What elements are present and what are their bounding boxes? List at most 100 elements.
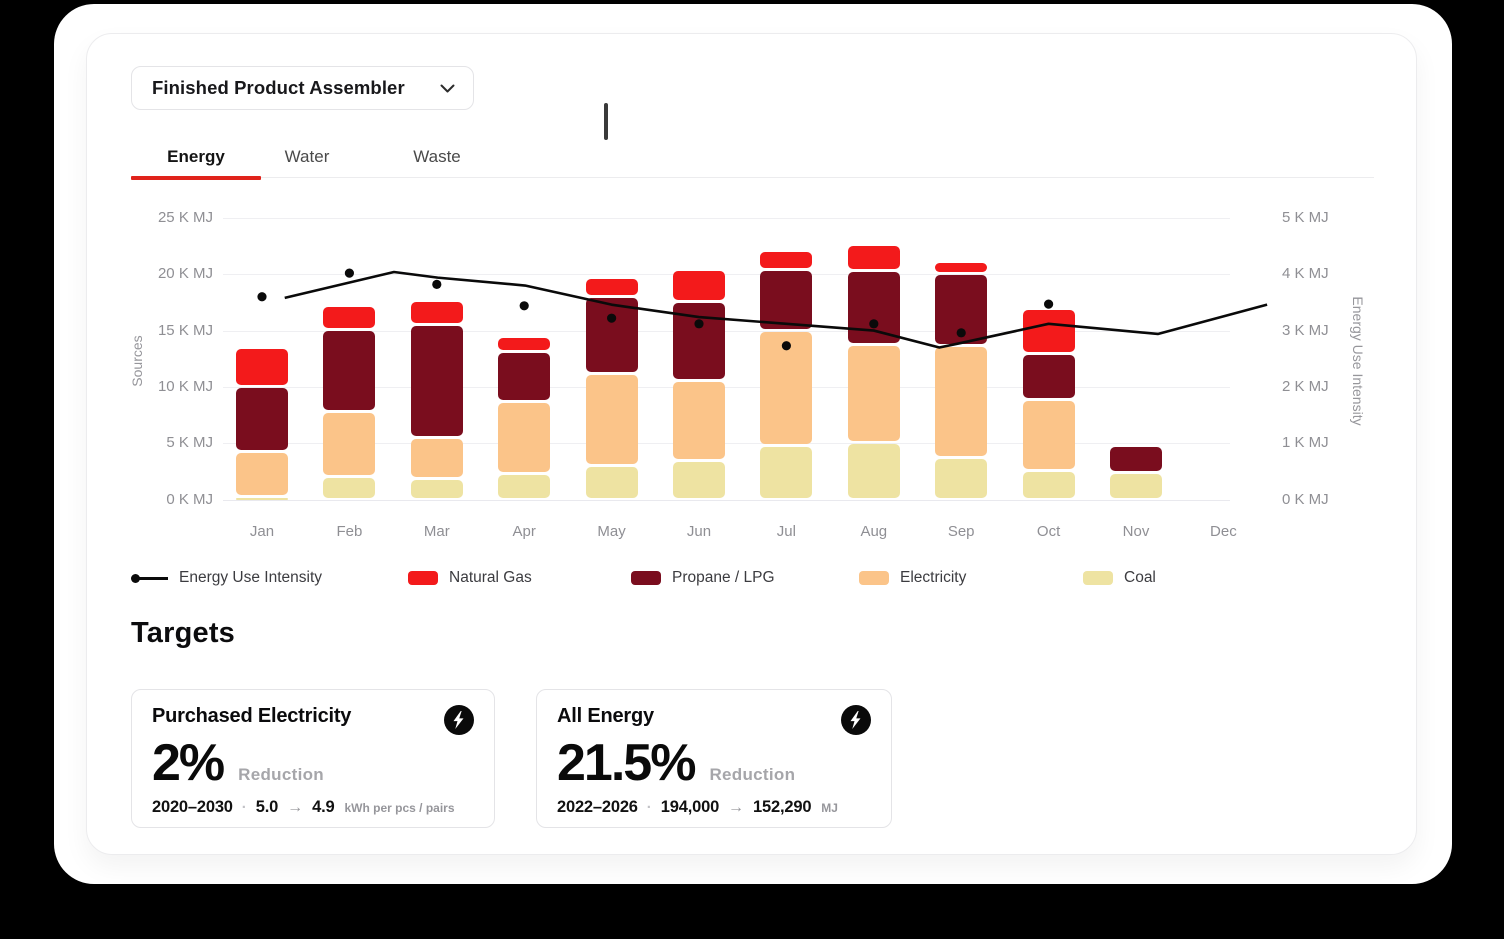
legend-label: Energy Use Intensity bbox=[179, 569, 322, 587]
dashboard-card: Finished Product Assembler All Productio… bbox=[86, 33, 1417, 855]
swatch-icon bbox=[1083, 571, 1113, 585]
gridline bbox=[223, 331, 1230, 332]
legend-item-electricity[interactable]: Electricity bbox=[859, 565, 966, 591]
bar-segment-electricity[interactable] bbox=[586, 375, 638, 464]
tab-bar: Energy Water Waste bbox=[131, 137, 1374, 178]
month-label: Apr bbox=[484, 523, 564, 540]
bar-segment-electricity[interactable] bbox=[498, 403, 550, 472]
bar-segment-natural-gas[interactable] bbox=[673, 271, 725, 300]
bar-segment-coal[interactable] bbox=[1023, 472, 1075, 498]
bar-segment-coal[interactable] bbox=[673, 462, 725, 498]
bar-segment-coal[interactable] bbox=[586, 467, 638, 498]
month-label: Nov bbox=[1096, 523, 1176, 540]
right-axis-tick: 2 K MJ bbox=[1282, 378, 1372, 395]
bar-segment-natural-gas[interactable] bbox=[586, 279, 638, 295]
eui-dot[interactable] bbox=[257, 292, 266, 301]
bar-segment-natural-gas[interactable] bbox=[848, 246, 900, 269]
legend-item-coal[interactable]: Coal bbox=[1083, 565, 1156, 591]
target-card-all-energy: All Energy 21.5% Reduction 2022–2026 · 1… bbox=[536, 689, 892, 828]
bar-segment-coal[interactable] bbox=[848, 444, 900, 498]
lightning-bolt-icon bbox=[841, 705, 871, 735]
bar-segment-propane-lpg[interactable] bbox=[323, 331, 375, 410]
bar-segment-natural-gas[interactable] bbox=[1023, 310, 1075, 352]
legend-label: Electricity bbox=[900, 569, 966, 587]
target-from-value: 5.0 bbox=[256, 798, 278, 817]
bar-segment-coal[interactable] bbox=[236, 498, 288, 501]
left-axis-tick: 0 K MJ bbox=[131, 491, 213, 508]
eui-dot[interactable] bbox=[345, 269, 354, 278]
month-label: Mar bbox=[397, 523, 477, 540]
bar-segment-propane-lpg[interactable] bbox=[673, 303, 725, 379]
dot-separator: · bbox=[242, 799, 247, 816]
bar-segment-electricity[interactable] bbox=[673, 382, 725, 459]
toggle-option-my-production[interactable]: My Production bbox=[606, 105, 608, 140]
right-axis-tick: 4 K MJ bbox=[1282, 265, 1372, 282]
tab-energy[interactable]: Energy bbox=[131, 137, 261, 177]
eui-dot[interactable] bbox=[432, 280, 441, 289]
bar-segment-electricity[interactable] bbox=[935, 347, 987, 457]
gridline bbox=[223, 274, 1230, 275]
bar-segment-natural-gas[interactable] bbox=[411, 302, 463, 324]
bar-segment-propane-lpg[interactable] bbox=[848, 272, 900, 342]
eui-dot[interactable] bbox=[520, 301, 529, 310]
month-label: Jun bbox=[659, 523, 739, 540]
legend-item-propane-lpg[interactable]: Propane / LPG bbox=[631, 565, 775, 591]
bar-segment-propane-lpg[interactable] bbox=[760, 271, 812, 329]
target-period: 2020–2030 bbox=[152, 798, 233, 817]
swatch-icon bbox=[631, 571, 661, 585]
bar-segment-natural-gas[interactable] bbox=[498, 338, 550, 351]
active-tab-indicator bbox=[131, 176, 261, 180]
bar-segment-electricity[interactable] bbox=[411, 439, 463, 477]
target-card-title: All Energy bbox=[557, 705, 654, 728]
bar-segment-electricity[interactable] bbox=[323, 413, 375, 475]
bar-segment-coal[interactable] bbox=[411, 480, 463, 498]
arrow-right-icon: → bbox=[728, 799, 744, 817]
left-axis-tick: 10 K MJ bbox=[131, 378, 213, 395]
bar-segment-coal[interactable] bbox=[935, 459, 987, 498]
bar-segment-propane-lpg[interactable] bbox=[411, 326, 463, 436]
bar-segment-propane-lpg[interactable] bbox=[1110, 447, 1162, 471]
right-axis-tick: 5 K MJ bbox=[1282, 209, 1372, 226]
bar-segment-coal[interactable] bbox=[323, 478, 375, 498]
tab-water[interactable]: Water bbox=[261, 137, 353, 177]
left-axis-tick: 5 K MJ bbox=[131, 434, 213, 451]
bar-segment-electricity[interactable] bbox=[760, 332, 812, 444]
toggle-option-all-production[interactable]: All Production bbox=[607, 106, 608, 140]
bar-segment-propane-lpg[interactable] bbox=[498, 353, 550, 400]
arrow-right-icon: → bbox=[287, 799, 303, 817]
bar-segment-natural-gas[interactable] bbox=[760, 252, 812, 268]
month-label: May bbox=[572, 523, 652, 540]
bar-segment-natural-gas[interactable] bbox=[323, 307, 375, 328]
targets-heading: Targets bbox=[131, 617, 235, 650]
legend-item-natural-gas[interactable]: Natural Gas bbox=[408, 565, 532, 591]
bar-segment-coal[interactable] bbox=[1110, 474, 1162, 498]
bar-segment-natural-gas[interactable] bbox=[236, 349, 288, 385]
bar-segment-propane-lpg[interactable] bbox=[935, 275, 987, 344]
legend-item-energy-use-intensity[interactable]: Energy Use Intensity bbox=[131, 565, 322, 591]
bar-segment-electricity[interactable] bbox=[1023, 401, 1075, 469]
target-unit: kWh per pcs / pairs bbox=[344, 801, 454, 815]
target-to-value: 4.9 bbox=[312, 798, 334, 817]
legend-label: Natural Gas bbox=[449, 569, 532, 587]
bar-segment-electricity[interactable] bbox=[848, 346, 900, 441]
bar-segment-propane-lpg[interactable] bbox=[586, 298, 638, 372]
assembler-dropdown[interactable]: Finished Product Assembler bbox=[131, 66, 474, 110]
month-label: Sep bbox=[921, 523, 1001, 540]
bar-segment-coal[interactable] bbox=[498, 475, 550, 498]
bar-segment-electricity[interactable] bbox=[236, 453, 288, 495]
swatch-icon bbox=[408, 571, 438, 585]
left-axis-tick: 20 K MJ bbox=[131, 265, 213, 282]
right-axis-tick: 0 K MJ bbox=[1282, 491, 1372, 508]
bar-segment-natural-gas[interactable] bbox=[935, 263, 987, 271]
target-card-title: Purchased Electricity bbox=[152, 705, 351, 728]
bar-segment-propane-lpg[interactable] bbox=[1023, 355, 1075, 398]
bar-segment-propane-lpg[interactable] bbox=[236, 388, 288, 449]
month-label: Aug bbox=[834, 523, 914, 540]
dot-separator: · bbox=[647, 799, 652, 816]
tab-waste[interactable]: Waste bbox=[353, 137, 521, 177]
bar-segment-coal[interactable] bbox=[760, 447, 812, 498]
lightning-bolt-icon bbox=[444, 705, 474, 735]
right-axis-tick: 3 K MJ bbox=[1282, 322, 1372, 339]
eui-dot[interactable] bbox=[1044, 300, 1053, 309]
production-toggle: All Production My Production bbox=[604, 103, 608, 140]
